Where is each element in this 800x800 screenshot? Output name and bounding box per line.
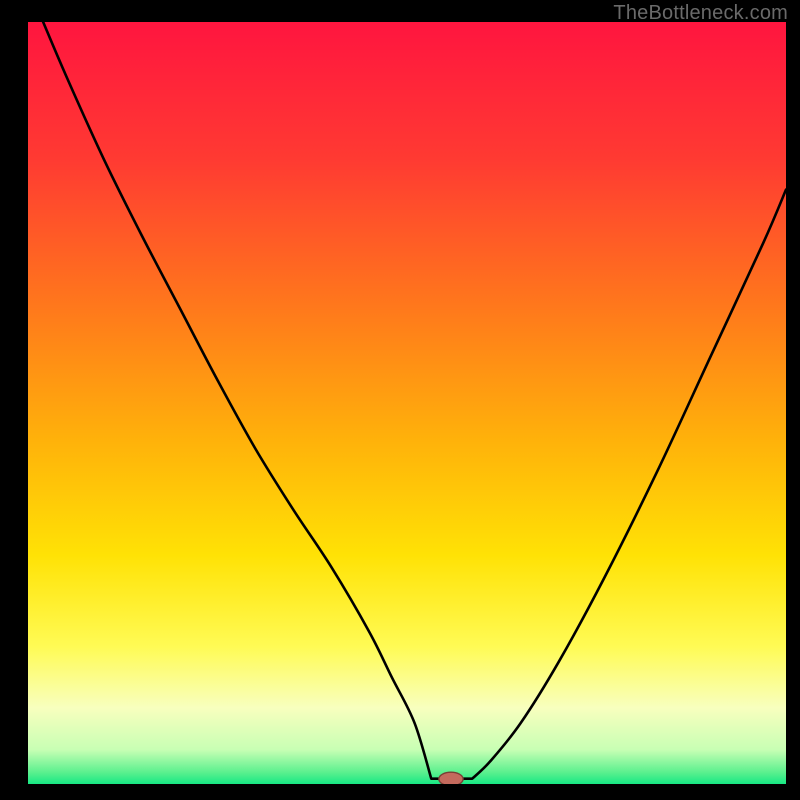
chart-frame: TheBottleneck.com — [0, 0, 800, 800]
watermark-label: TheBottleneck.com — [613, 2, 788, 25]
optimal-marker — [439, 772, 463, 784]
chart-svg — [28, 22, 786, 784]
plot-area — [28, 22, 786, 784]
gradient-background — [28, 22, 786, 784]
